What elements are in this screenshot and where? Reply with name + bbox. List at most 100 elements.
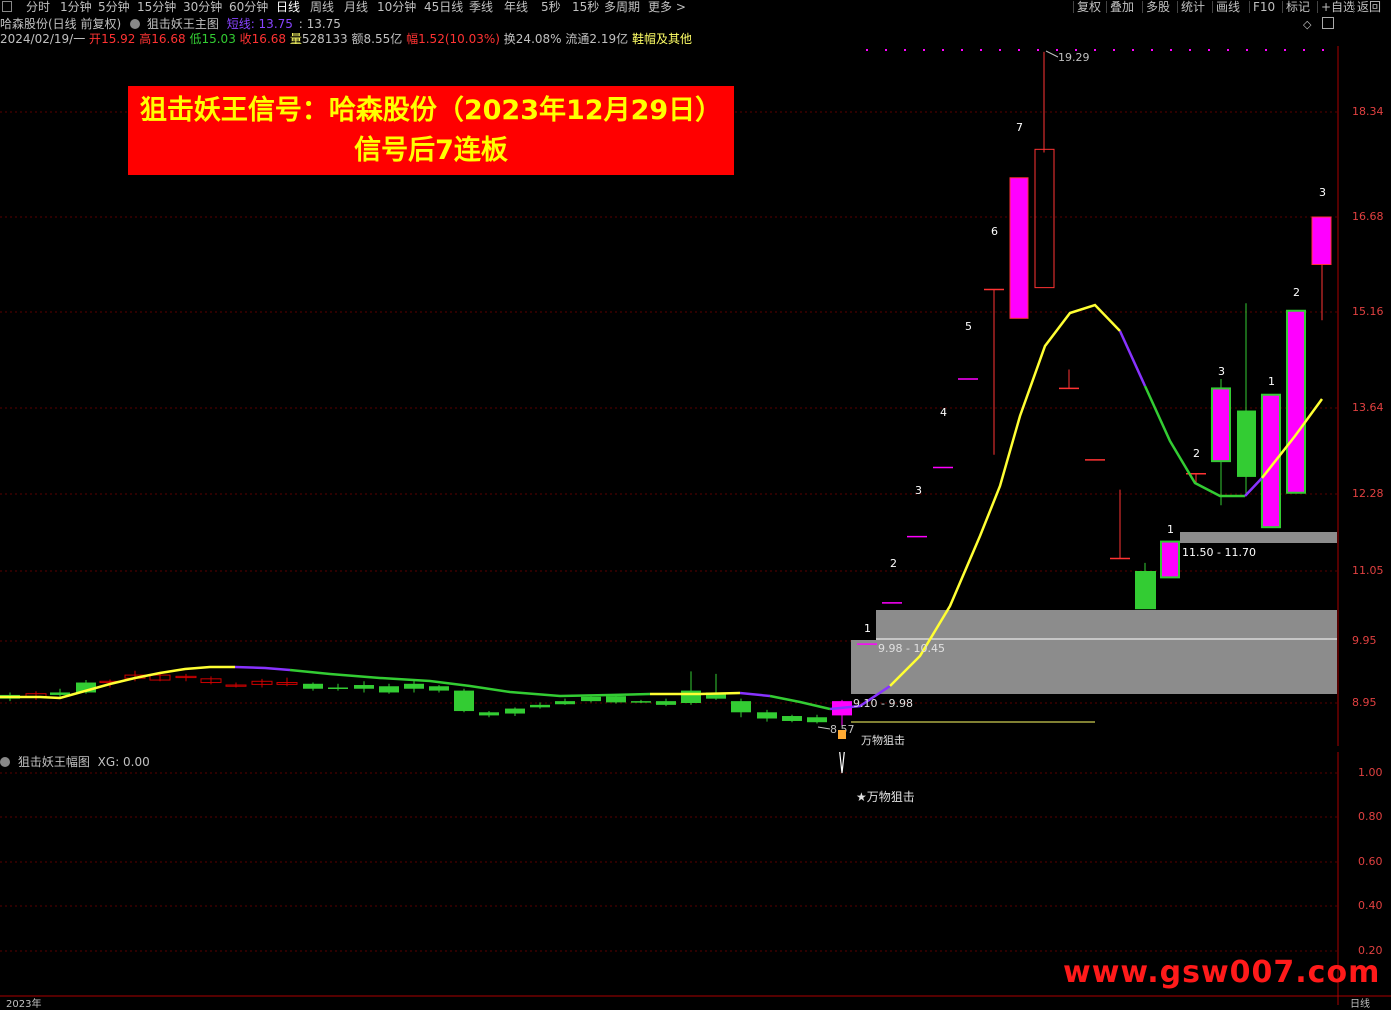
toolbar-separator (1353, 1, 1354, 13)
candle-body (328, 687, 348, 689)
period-tab-9[interactable]: 10分钟 (377, 0, 416, 15)
toolbar-separator (1177, 1, 1178, 13)
trend-line-purple (234, 665, 291, 672)
xg-spike-line (839, 752, 845, 774)
period-tab-12[interactable]: 年线 (504, 0, 528, 15)
dot-marker (1208, 49, 1210, 51)
signal-banner: 狙击妖王信号：哈森股份（2023年12月29日） 信号后7连板 (128, 86, 734, 175)
toolbar-button-7[interactable]: +自选 (1321, 0, 1355, 15)
period-tab-10[interactable]: 45日线 (424, 0, 463, 15)
zone-range-label: 11.50 - 11.70 (1182, 546, 1256, 559)
low-label: 低 (189, 32, 202, 46)
zone-range-label: 9.10 - 9.98 (853, 697, 913, 710)
dot-marker (1170, 49, 1172, 51)
dot-marker (904, 49, 906, 51)
dot-marker (923, 49, 925, 51)
low-arrow (817, 726, 831, 730)
board-count-label: 1 (864, 622, 871, 635)
board-count-label: 3 (1319, 186, 1326, 199)
period-tab-4[interactable]: 30分钟 (183, 0, 222, 15)
turnover-label: 换 (503, 32, 516, 46)
dot-marker (1265, 49, 1267, 51)
change-value: 1.52(10.03%) (418, 32, 500, 46)
board-count-label: 3 (1218, 365, 1225, 378)
candle-body (782, 716, 802, 721)
industry-label: 鞋帽及其他 (631, 32, 692, 46)
menu-icon[interactable] (2, 1, 12, 12)
split-icon[interactable] (1322, 17, 1334, 29)
period-tab-8[interactable]: 月线 (344, 0, 368, 15)
price-axis-label: 18.34 (1352, 105, 1384, 118)
period-tab-3[interactable]: 15分钟 (137, 0, 176, 15)
period-tab-13[interactable]: 5秒 (541, 0, 561, 15)
trend-line-purple (1118, 330, 1147, 387)
indicator-name[interactable]: 狙击妖王主图 (147, 17, 219, 31)
signal-star-label: ★万物狙击 (856, 790, 915, 804)
bottom-axis-right: 日线 (1350, 999, 1370, 1010)
toolbar-separator (1106, 1, 1107, 13)
candle-body (404, 683, 424, 689)
board-count-label: 4 (940, 406, 947, 419)
candle-body (581, 696, 601, 702)
dot-marker (1113, 49, 1115, 51)
low-value: 15.03 (201, 32, 236, 46)
candle-body (50, 692, 70, 695)
board-count-label: 2 (1193, 447, 1200, 460)
candle-body (1160, 540, 1180, 579)
dot-marker (942, 49, 944, 51)
candle-body (555, 701, 575, 705)
price-axis-label: 9.95 (1352, 634, 1377, 647)
dot-marker (1151, 49, 1153, 51)
amount-label: 额 (351, 32, 364, 46)
period-tab-7[interactable]: 周线 (310, 0, 334, 15)
toolbar-separator (1142, 1, 1143, 13)
period-tab-11[interactable]: 季线 (469, 0, 493, 15)
period-tab-0[interactable]: 分时 (26, 0, 50, 15)
candle-body (454, 690, 474, 712)
trend-line-purple (739, 691, 771, 698)
dot-marker (961, 49, 963, 51)
dropdown-icon[interactable] (130, 19, 141, 29)
dot-marker (866, 49, 868, 51)
period-tab-1[interactable]: 1分钟 (60, 0, 92, 15)
period-tab-6[interactable]: 日线 (276, 0, 300, 15)
dot-marker (1018, 49, 1020, 51)
period-tab-16[interactable]: 更多 > (648, 0, 686, 15)
toolbar-separator (1073, 1, 1074, 13)
quote-date: 2024/02/19/一 (0, 32, 86, 46)
high-value: 16.68 (151, 32, 186, 46)
toolbar-button-6[interactable]: 标记 (1286, 0, 1310, 15)
candle-body (379, 686, 399, 693)
change-label: 幅 (406, 32, 419, 46)
vol-label: 量 (289, 32, 302, 46)
float-value: 2.19亿 (589, 32, 629, 46)
diamond-icon[interactable]: ◇ (1303, 18, 1311, 31)
peak-arrow (1045, 50, 1059, 58)
candle-body (1135, 571, 1156, 610)
signal-label: 万物狙击 (861, 733, 905, 746)
close-label: 收 (239, 32, 252, 46)
toolbar-button-1[interactable]: 叠加 (1110, 0, 1134, 15)
price-axis-label: 11.05 (1352, 564, 1384, 577)
bottom-axis-left: 2023年 (6, 999, 42, 1010)
toolbar-button-4[interactable]: 画线 (1216, 0, 1240, 15)
toolbar-button-0[interactable]: 复权 (1077, 0, 1101, 15)
float-label: 流通 (565, 32, 590, 46)
period-tab-2[interactable]: 5分钟 (98, 0, 130, 15)
sub-axis-label: 0.60 (1358, 855, 1383, 868)
ma-value: : 13.75 (298, 17, 341, 31)
period-tab-14[interactable]: 15秒 (572, 0, 599, 15)
toolbar-button-8[interactable]: 返回 (1357, 0, 1381, 15)
period-tab-15[interactable]: 多周期 (604, 0, 640, 15)
high-label: 高 (139, 32, 152, 46)
candle-body (354, 685, 374, 689)
toolbar-button-3[interactable]: 统计 (1181, 0, 1205, 15)
candle-body (303, 683, 323, 689)
toolbar-button-5[interactable]: F10 (1253, 0, 1275, 15)
dot-marker (1303, 49, 1305, 51)
candle-body (757, 712, 777, 719)
period-tab-5[interactable]: 60分钟 (229, 0, 268, 15)
dot-marker (1037, 49, 1039, 51)
toolbar-button-2[interactable]: 多股 (1146, 0, 1170, 15)
candle-body (731, 701, 751, 713)
